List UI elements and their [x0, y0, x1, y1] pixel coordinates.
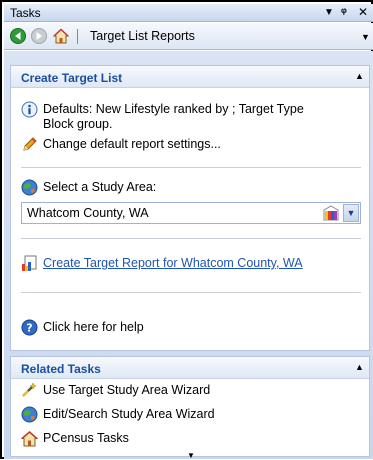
panel-header[interactable]: Create Target List ▲: [11, 66, 369, 88]
create-target-list-panel: Create Target List ▲ Defaults: New Lifes…: [10, 65, 370, 351]
panel-title: Related Tasks: [21, 362, 101, 376]
study-area-select[interactable]: Whatcom County, WA ▼: [21, 202, 361, 224]
nav-toolbar: Target List Reports ▼: [4, 23, 373, 50]
svg-text:?: ?: [26, 322, 32, 335]
globe-icon: [21, 179, 38, 196]
related-task-label: PCensus Tasks: [43, 431, 129, 445]
select-area-label: Select a Study Area:: [43, 180, 157, 194]
create-report-link[interactable]: Create Target Report for Whatcom County,…: [43, 256, 303, 270]
nav-title: Target List Reports: [90, 29, 195, 43]
pane-title: Tasks: [10, 6, 41, 20]
help-icon: ?: [21, 319, 38, 336]
wand-icon: [22, 382, 37, 397]
tasks-pane: Tasks ▼ ᵠ ✕ Target List Reports ▼ Create…: [0, 0, 373, 460]
divider: [21, 292, 361, 293]
defaults-line-2: Block group.: [43, 117, 113, 131]
collapse-icon[interactable]: ▲: [355, 71, 364, 81]
nav-separator: [77, 29, 78, 44]
task-content: Create Target List ▲ Defaults: New Lifes…: [4, 51, 373, 460]
globe-icon: [21, 406, 38, 423]
pin-icon[interactable]: ᵠ: [341, 5, 347, 19]
nav-dropdown-icon[interactable]: ▼: [361, 32, 370, 42]
forward-icon[interactable]: [31, 28, 47, 44]
related-tasks-panel: Related Tasks ▲ Use Target Study Area Wi…: [10, 356, 370, 457]
back-icon[interactable]: [10, 28, 26, 44]
panel-header[interactable]: Related Tasks ▲: [11, 357, 369, 379]
help-label: Click here for help: [43, 320, 144, 334]
pane-menu-dropdown-icon[interactable]: ▼: [324, 7, 334, 18]
gradient-icon[interactable]: [323, 205, 339, 221]
study-area-value: Whatcom County, WA: [27, 206, 149, 220]
home-icon: [21, 431, 38, 447]
title-bar: Tasks ▼ ᵠ ✕: [4, 4, 373, 22]
pencil-icon: [23, 137, 37, 151]
divider: [21, 167, 361, 168]
close-icon[interactable]: ✕: [358, 5, 368, 19]
divider: [21, 238, 361, 239]
home-icon[interactable]: [53, 28, 69, 44]
chevron-down-icon[interactable]: ▼: [343, 204, 359, 222]
defaults-line-1: Defaults: New Lifestyle ranked by ; Targ…: [43, 102, 304, 116]
collapse-icon[interactable]: ▲: [355, 362, 364, 372]
change-settings-label: Change default report settings...: [43, 137, 221, 151]
report-icon: [22, 255, 37, 271]
panel-title: Create Target List: [21, 71, 123, 85]
info-icon: [21, 101, 38, 118]
related-task-label: Use Target Study Area Wizard: [43, 383, 211, 397]
related-task-label: Edit/Search Study Area Wizard: [43, 407, 215, 421]
